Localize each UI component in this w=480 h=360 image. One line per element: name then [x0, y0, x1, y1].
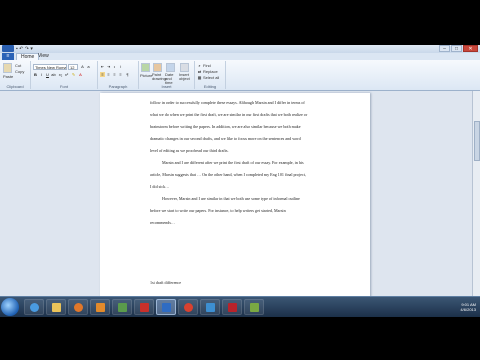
find-icon[interactable]: ⌕ — [197, 63, 202, 68]
doc-line: I did sick… — [150, 184, 170, 189]
select-all-button[interactable]: Select all — [203, 75, 219, 80]
superscript-icon[interactable]: x² — [64, 72, 69, 77]
clock-date: 4/6/2013 — [460, 307, 476, 312]
doc-line: what we do when we print the first draft… — [150, 112, 308, 117]
clock[interactable]: 9:01 AM 4/6/2013 — [460, 302, 476, 312]
taskbar-app-icon[interactable] — [112, 299, 132, 315]
scrollbar-thumb[interactable] — [474, 121, 480, 161]
highlight-icon[interactable]: ✎ — [71, 72, 76, 77]
align-left-icon[interactable]: ≡ — [100, 72, 105, 77]
paragraph-group: ⇤ ⇥ • ↕ ≡ ≡ ≡ ≡ ¶ Paragraph — [98, 61, 139, 89]
align-center-icon[interactable]: ≡ — [106, 72, 111, 77]
font-group-label: Font — [59, 84, 68, 89]
grow-font-icon[interactable]: A — [80, 64, 85, 69]
doc-line: dramatic changes in our second drafts, a… — [150, 136, 301, 141]
taskbar-chrome-icon[interactable] — [178, 299, 198, 315]
minimize-icon[interactable]: – — [439, 45, 450, 52]
copy-button[interactable]: Copy — [15, 69, 24, 74]
replace-icon[interactable]: ⇄ — [197, 69, 202, 74]
start-button-icon[interactable] — [1, 298, 19, 316]
doc-line: However, Marsin and I are similar in tha… — [162, 196, 300, 201]
paint-drawing-button[interactable]: Paint drawing — [152, 73, 166, 81]
taskbar-wordpad-icon[interactable] — [156, 299, 176, 315]
font-group: Times New Roman 12 A a B I U ab x₂ x² ✎ … — [31, 61, 98, 89]
doc-line: 1st draft difference — [150, 280, 182, 285]
justify-icon[interactable]: ≡ — [118, 72, 123, 77]
strikethrough-icon[interactable]: ab — [51, 72, 56, 77]
insert-group-label: Insert — [161, 84, 172, 89]
document-area: follow in order to successfully complete… — [0, 91, 472, 306]
cut-button[interactable]: Cut — [15, 63, 21, 68]
insert-object-icon[interactable] — [180, 63, 189, 72]
doc-line: level of editing as we proofread our thi… — [150, 148, 229, 153]
paint-drawing-icon[interactable] — [153, 63, 162, 72]
tab-view[interactable]: View — [34, 53, 53, 60]
paste-icon[interactable] — [3, 63, 12, 73]
quick-access-toolbar[interactable]: ▪ ↶ ↷ ▾ — [16, 46, 33, 52]
underline-icon[interactable]: U — [45, 72, 50, 77]
ribbon: Paste Cut Copy Clipboard Times New Roman… — [0, 60, 480, 91]
window-controls: – □ ✕ — [439, 45, 478, 52]
clipboard-group: Paste Cut Copy Clipboard — [0, 61, 31, 89]
picture-button[interactable]: Picture — [140, 73, 152, 78]
paragraph-group-label: Paragraph — [108, 84, 128, 89]
align-right-icon[interactable]: ≡ — [112, 72, 117, 77]
picture-icon[interactable] — [141, 63, 150, 72]
insert-object-button[interactable]: Insert object — [179, 73, 192, 81]
taskbar-firefox-icon[interactable] — [68, 299, 88, 315]
doc-line: recommends… — [150, 220, 176, 225]
vertical-scrollbar[interactable] — [472, 91, 480, 306]
date-time-icon[interactable] — [166, 63, 175, 72]
doc-line: brainstorm before writing the papers. In… — [150, 124, 301, 129]
system-tray: 9:01 AM 4/6/2013 — [425, 297, 480, 317]
bold-icon[interactable]: B — [33, 72, 38, 77]
file-menu-icon: ≡ — [6, 53, 10, 59]
line-spacing-icon[interactable]: ↕ — [118, 64, 123, 69]
increase-indent-icon[interactable]: ⇥ — [106, 64, 111, 69]
doc-line: follow in order to successfully complete… — [150, 100, 305, 105]
font-family-select[interactable]: Times New Roman — [33, 64, 67, 70]
document-page[interactable]: follow in order to successfully complete… — [100, 93, 370, 306]
close-icon[interactable]: ✕ — [463, 45, 478, 52]
bullets-icon[interactable]: • — [112, 64, 117, 69]
taskbar-explorer-icon[interactable] — [46, 299, 66, 315]
select-all-icon[interactable]: ▦ — [197, 75, 202, 80]
decrease-indent-icon[interactable]: ⇤ — [100, 64, 105, 69]
subscript-icon[interactable]: x₂ — [58, 72, 63, 77]
doc-line: article, Marsin suggests that … On the o… — [150, 172, 306, 177]
taskbar-camtasia-icon[interactable] — [244, 299, 264, 315]
doc-line: Marsin and I are different after we prin… — [162, 160, 304, 165]
taskbar: 9:01 AM 4/6/2013 — [0, 296, 480, 317]
font-size-select[interactable]: 12 — [68, 64, 78, 70]
editing-group-label: Editing — [203, 84, 217, 89]
find-button[interactable]: Find — [203, 63, 211, 68]
taskbar-ie-icon[interactable] — [24, 299, 44, 315]
font-color-icon[interactable]: A — [78, 72, 83, 77]
taskbar-paint-icon[interactable] — [200, 299, 220, 315]
taskbar-pdf-icon[interactable] — [134, 299, 154, 315]
doc-line: before we start to write our papers. For… — [150, 208, 286, 213]
title-bar: ▪ ↶ ↷ ▾ – □ ✕ — [0, 45, 480, 53]
app-menu-icon[interactable] — [2, 45, 14, 52]
shrink-font-icon[interactable]: a — [86, 64, 91, 69]
paste-label[interactable]: Paste — [3, 74, 13, 79]
italic-icon[interactable]: I — [39, 72, 44, 77]
paragraph-settings-icon[interactable]: ¶ — [125, 72, 130, 77]
clipboard-group-label: Clipboard — [6, 84, 24, 89]
insert-group: Picture Paint drawing Date and time Inse… — [139, 61, 195, 89]
file-menu-button[interactable]: ≡ — [2, 53, 14, 60]
wordpad-window: ▪ ↶ ↷ ▾ – □ ✕ ≡ Home View Paste Cut Copy… — [0, 45, 480, 316]
editing-group: ⌕ Find ⇄ Replace ▦ Select all Editing — [195, 61, 226, 89]
taskbar-flash-icon[interactable] — [222, 299, 242, 315]
maximize-icon[interactable]: □ — [451, 45, 462, 52]
taskbar-media-icon[interactable] — [90, 299, 110, 315]
replace-button[interactable]: Replace — [203, 69, 218, 74]
